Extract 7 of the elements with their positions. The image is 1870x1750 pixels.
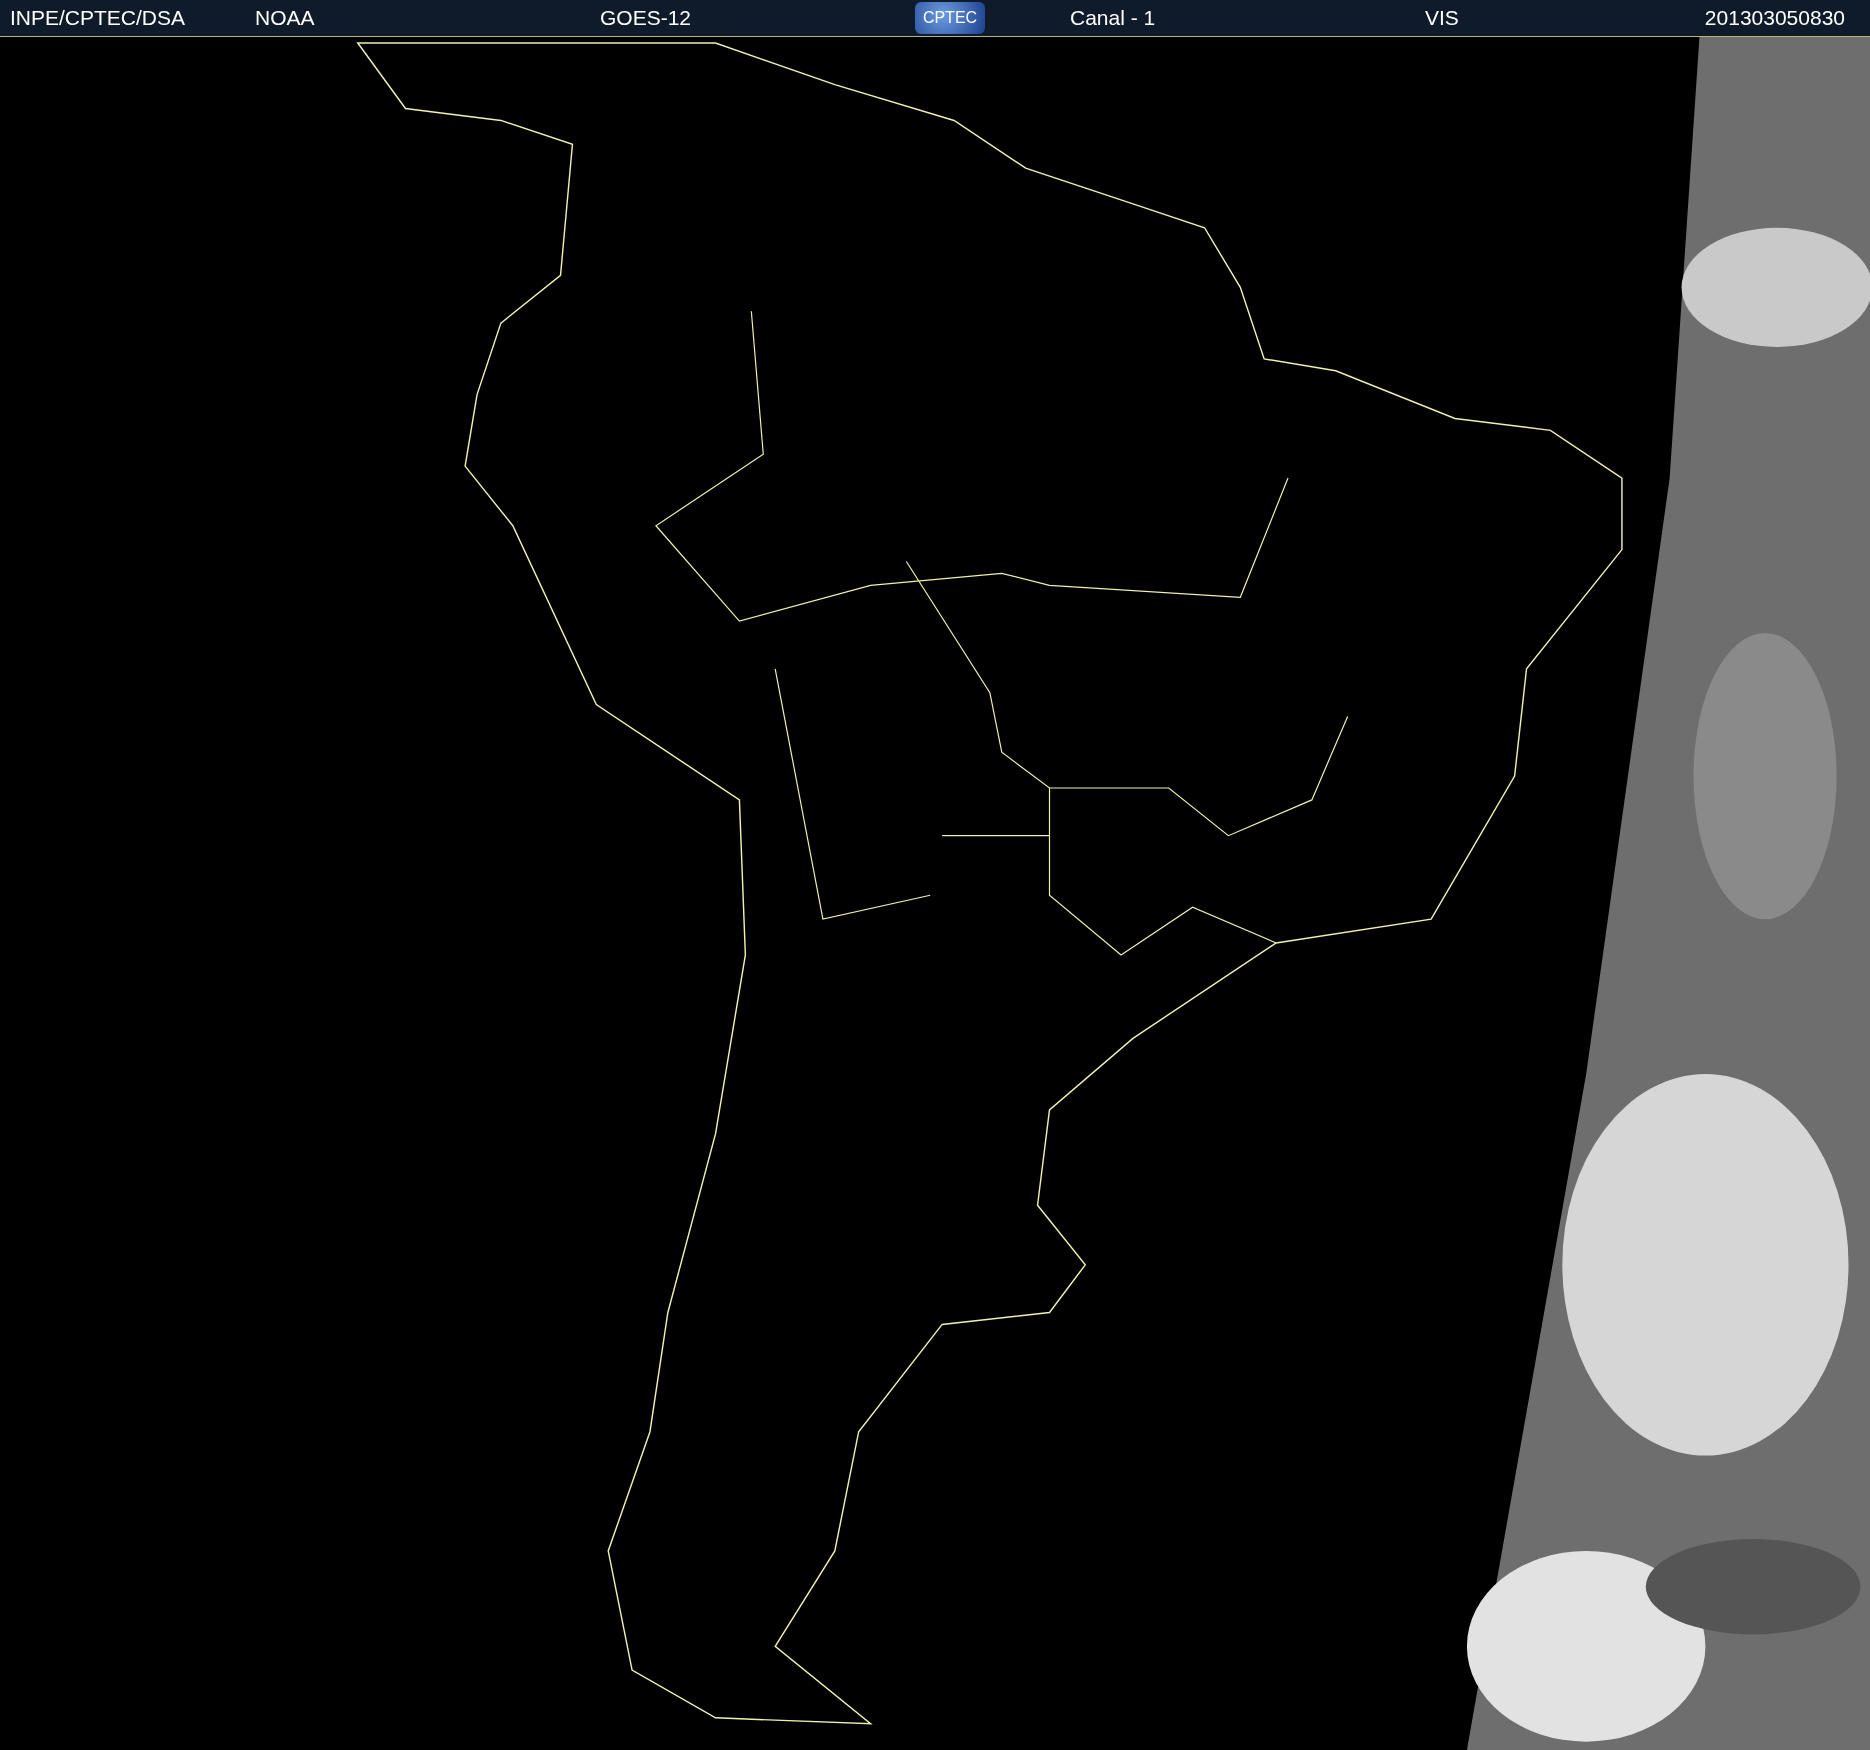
band-label: VIS — [1425, 6, 1459, 30]
agency-label: NOAA — [255, 6, 315, 30]
logo: CPTEC — [915, 2, 985, 34]
timestamp-label: 201303050830 — [1704, 6, 1846, 30]
satellite-label: GOES-12 — [600, 6, 692, 30]
source-label: INPE/CPTEC/DSA — [9, 6, 186, 30]
channel-label: Canal - 1 — [1069, 6, 1156, 30]
